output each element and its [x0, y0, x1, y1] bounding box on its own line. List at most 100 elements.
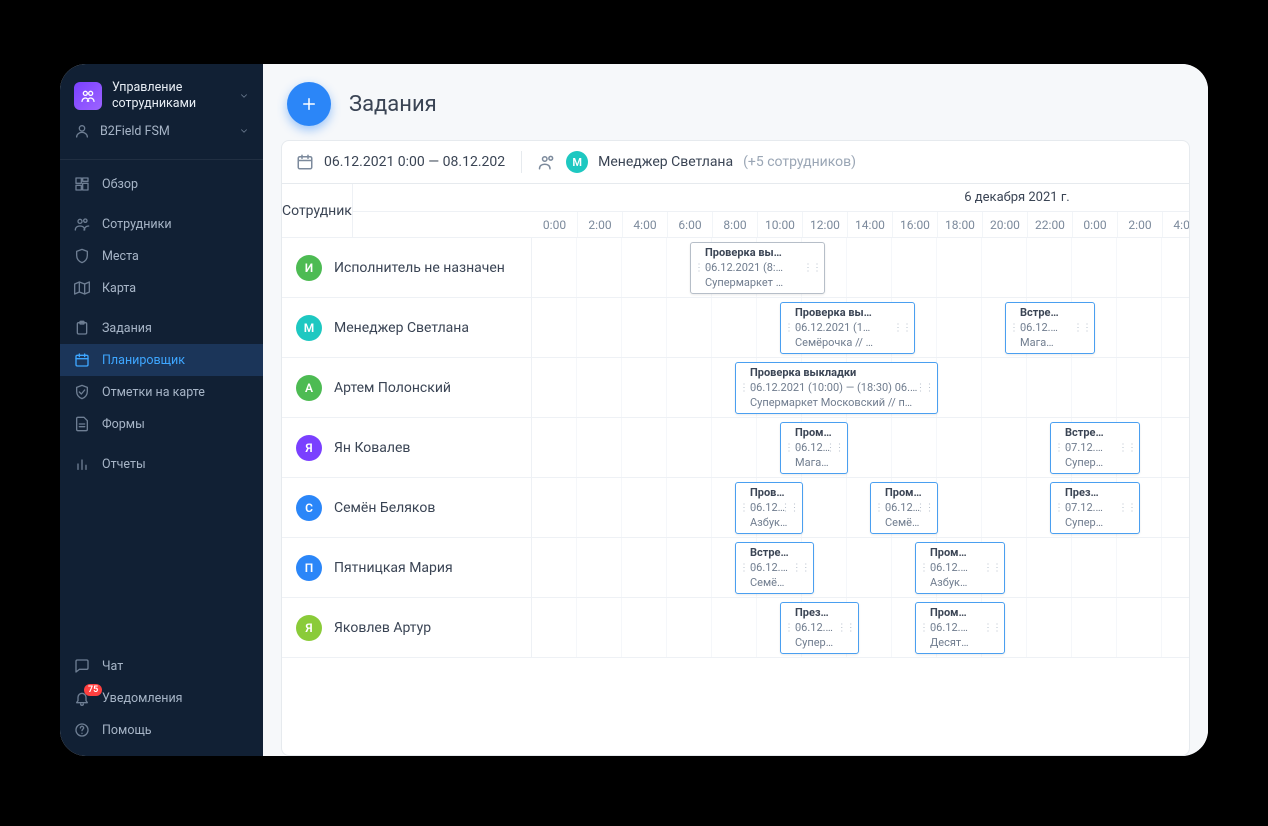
- drag-handle-icon[interactable]: ⋮⋮: [983, 561, 1001, 575]
- drag-handle-icon[interactable]: ⋮⋮: [1118, 441, 1136, 455]
- bar-chart-icon: [74, 456, 90, 472]
- drag-handle-icon[interactable]: ⋮⋮: [874, 501, 892, 515]
- drag-handle-icon[interactable]: ⋮⋮: [916, 501, 934, 515]
- task-time: 06.12.…: [930, 621, 990, 636]
- employee-avatar: Я: [296, 435, 322, 461]
- drag-handle-icon[interactable]: ⋮⋮: [1054, 441, 1072, 455]
- task-place: Семёрочка // …: [795, 336, 900, 351]
- user-icon: [74, 123, 90, 139]
- drag-handle-icon[interactable]: ⋮⋮: [784, 441, 802, 455]
- task-title: Проверка вы…: [795, 306, 900, 321]
- sidebar-item-label: Чат: [102, 659, 123, 674]
- task-card[interactable]: ⋮⋮Встре…06.12.…Мага…⋮⋮: [1005, 302, 1095, 354]
- employee-track[interactable]: ⋮⋮Проверка вы…06.12.2021 (1…Семёрочка //…: [532, 298, 1189, 357]
- drag-handle-icon[interactable]: ⋮⋮: [983, 621, 1001, 635]
- drag-handle-icon[interactable]: ⋮⋮: [803, 261, 821, 275]
- drag-handle-icon[interactable]: ⋮⋮: [781, 501, 799, 515]
- drag-handle-icon[interactable]: ⋮⋮: [826, 441, 844, 455]
- drag-handle-icon[interactable]: ⋮⋮: [792, 561, 810, 575]
- task-title: Встре…: [1065, 426, 1125, 441]
- dashboard-icon: [74, 176, 90, 192]
- planner-scroll[interactable]: Сотрудник 6 декабря 2021 г. 0:002:004:00…: [282, 184, 1189, 755]
- employee-cell[interactable]: ССемён Беляков: [282, 478, 532, 537]
- drag-handle-icon[interactable]: ⋮⋮: [739, 561, 757, 575]
- drag-handle-icon[interactable]: ⋮⋮: [739, 381, 757, 395]
- employee-cell[interactable]: ППятницкая Мария: [282, 538, 532, 597]
- task-card[interactable]: ⋮⋮Встре…06.12.…Семё…⋮⋮: [735, 542, 814, 594]
- sidebar-item-employees[interactable]: Сотрудники: [60, 208, 263, 240]
- help-icon: [74, 722, 90, 738]
- task-card[interactable]: ⋮⋮Проверка вы…06.12.2021 (8:…Супермаркет…: [690, 242, 825, 294]
- employee-cell[interactable]: Я Ян Ковалев: [282, 418, 532, 477]
- task-time: 07.12.…: [1065, 441, 1125, 456]
- drag-handle-icon[interactable]: ⋮⋮: [784, 321, 802, 335]
- employee-track[interactable]: ⋮⋮Проверка выкладки06.12.2021 (10:00) — …: [532, 358, 1189, 417]
- calendar-icon[interactable]: [296, 153, 314, 171]
- sidebar-item-notifications[interactable]: Уведомления 75: [60, 682, 263, 714]
- employee-name: Семён Беляков: [334, 500, 435, 516]
- task-card[interactable]: ⋮⋮Пром…06.12.…Семё…⋮⋮: [870, 482, 938, 534]
- employee-track[interactable]: ⋮⋮През…06.12.…Супер…⋮⋮ ⋮⋮Пром…06.12.…Деся…: [532, 598, 1189, 657]
- hour-cell: 2:00: [1117, 212, 1162, 237]
- drag-handle-icon[interactable]: ⋮⋮: [1073, 321, 1091, 335]
- sidebar-item-tasks[interactable]: Задания: [60, 312, 263, 344]
- task-card[interactable]: ⋮⋮Проверка выкладки06.12.2021 (10:00) — …: [735, 362, 938, 414]
- sidebar-item-reports[interactable]: Отчеты: [60, 448, 263, 480]
- users-icon[interactable]: [538, 153, 556, 171]
- drag-handle-icon[interactable]: ⋮⋮: [837, 621, 855, 635]
- employee-row: ССемён Беляков⋮⋮Пров…06.12.…Азбук…⋮⋮⋮⋮Пр…: [282, 478, 1189, 538]
- drag-handle-icon[interactable]: ⋮⋮: [916, 381, 934, 395]
- org-switcher[interactable]: B2Field FSM: [74, 123, 249, 139]
- drag-handle-icon[interactable]: ⋮⋮: [919, 561, 937, 575]
- drag-handle-icon[interactable]: ⋮⋮: [739, 501, 757, 515]
- employee-cell[interactable]: ЯЯковлев Артур: [282, 598, 532, 657]
- employee-cell[interactable]: ААртем Полонский: [282, 358, 532, 417]
- sidebar-item-geomarks[interactable]: Отметки на карте: [60, 376, 263, 408]
- planner-board: Сотрудник 6 декабря 2021 г. 0:002:004:00…: [281, 183, 1190, 756]
- drag-handle-icon[interactable]: ⋮⋮: [1118, 501, 1136, 515]
- sidebar-item-places[interactable]: Места: [60, 240, 263, 272]
- sidebar-item-planner[interactable]: Планировщик: [60, 344, 263, 376]
- sidebar-item-map[interactable]: Карта: [60, 272, 263, 304]
- task-card[interactable]: ⋮⋮Пром…06.12.…Азбук…⋮⋮: [915, 542, 1005, 594]
- app-switcher[interactable]: Управление сотрудниками: [74, 80, 249, 111]
- drag-handle-icon[interactable]: ⋮⋮: [1009, 321, 1027, 335]
- add-task-button[interactable]: [287, 82, 331, 126]
- sidebar-item-forms[interactable]: Формы: [60, 408, 263, 440]
- drag-handle-icon[interactable]: ⋮⋮: [893, 321, 911, 335]
- chevron-down-icon: [239, 126, 249, 136]
- drag-handle-icon[interactable]: ⋮⋮: [919, 621, 937, 635]
- employee-name: Ян Ковалев: [334, 440, 410, 456]
- task-place: Семё…: [750, 576, 799, 591]
- task-card[interactable]: ⋮⋮Встре…07.12.…Супер…⋮⋮: [1050, 422, 1140, 474]
- employee-track[interactable]: ⋮⋮Пром…06.12.…Мага…⋮⋮ ⋮⋮Встре…07.12.…Супе…: [532, 418, 1189, 477]
- employee-row: ЯЯковлев Артур⋮⋮През…06.12.…Супер…⋮⋮⋮⋮Пр…: [282, 598, 1189, 658]
- task-card[interactable]: ⋮⋮Пров…06.12.…Азбук…⋮⋮: [735, 482, 803, 534]
- task-card[interactable]: ⋮⋮Пром…06.12.…Мага…⋮⋮: [780, 422, 848, 474]
- sidebar-item-overview[interactable]: Обзор: [60, 168, 263, 200]
- sidebar-item-chat[interactable]: Чат: [60, 650, 263, 682]
- employee-track[interactable]: ⋮⋮Проверка вы…06.12.2021 (8:…Супермаркет…: [532, 238, 1189, 297]
- employee-name: Артем Полонский: [334, 380, 451, 396]
- task-card[interactable]: ⋮⋮През…06.12.…Супер…⋮⋮: [780, 602, 859, 654]
- employee-cell[interactable]: ИИсполнитель не назначен: [282, 238, 532, 297]
- task-place: Азбук…: [930, 576, 990, 591]
- sidebar-item-label: Задания: [102, 321, 152, 336]
- hour-cell: 20:00: [982, 212, 1027, 237]
- employee-track[interactable]: ⋮⋮Пров…06.12.…Азбук…⋮⋮ ⋮⋮Пром…06.12.…Семё…: [532, 478, 1189, 537]
- task-card[interactable]: ⋮⋮Пром…06.12.…Десят…⋮⋮: [915, 602, 1005, 654]
- employee-cell[interactable]: ММенеджер Светлана: [282, 298, 532, 357]
- task-card[interactable]: ⋮⋮През…07.12.…Супер…⋮⋮: [1050, 482, 1140, 534]
- sidebar-item-help[interactable]: Помощь: [60, 714, 263, 746]
- task-title: Проверка вы…: [705, 246, 810, 261]
- employee-avatar: М: [296, 315, 322, 341]
- drag-handle-icon[interactable]: ⋮⋮: [1054, 501, 1072, 515]
- manager-name[interactable]: Менеджер Светлана: [598, 154, 733, 170]
- employee-track[interactable]: ⋮⋮Встре…06.12.…Семё…⋮⋮ ⋮⋮Пром…06.12.…Азбу…: [532, 538, 1189, 597]
- date-range[interactable]: 06.12.2021 0:00 — 08.12.202: [324, 154, 505, 170]
- task-card[interactable]: ⋮⋮Проверка вы…06.12.2021 (1…Семёрочка //…: [780, 302, 915, 354]
- task-title: Пром…: [930, 546, 990, 561]
- drag-handle-icon[interactable]: ⋮⋮: [694, 261, 712, 275]
- drag-handle-icon[interactable]: ⋮⋮: [784, 621, 802, 635]
- shield-icon: [74, 248, 90, 264]
